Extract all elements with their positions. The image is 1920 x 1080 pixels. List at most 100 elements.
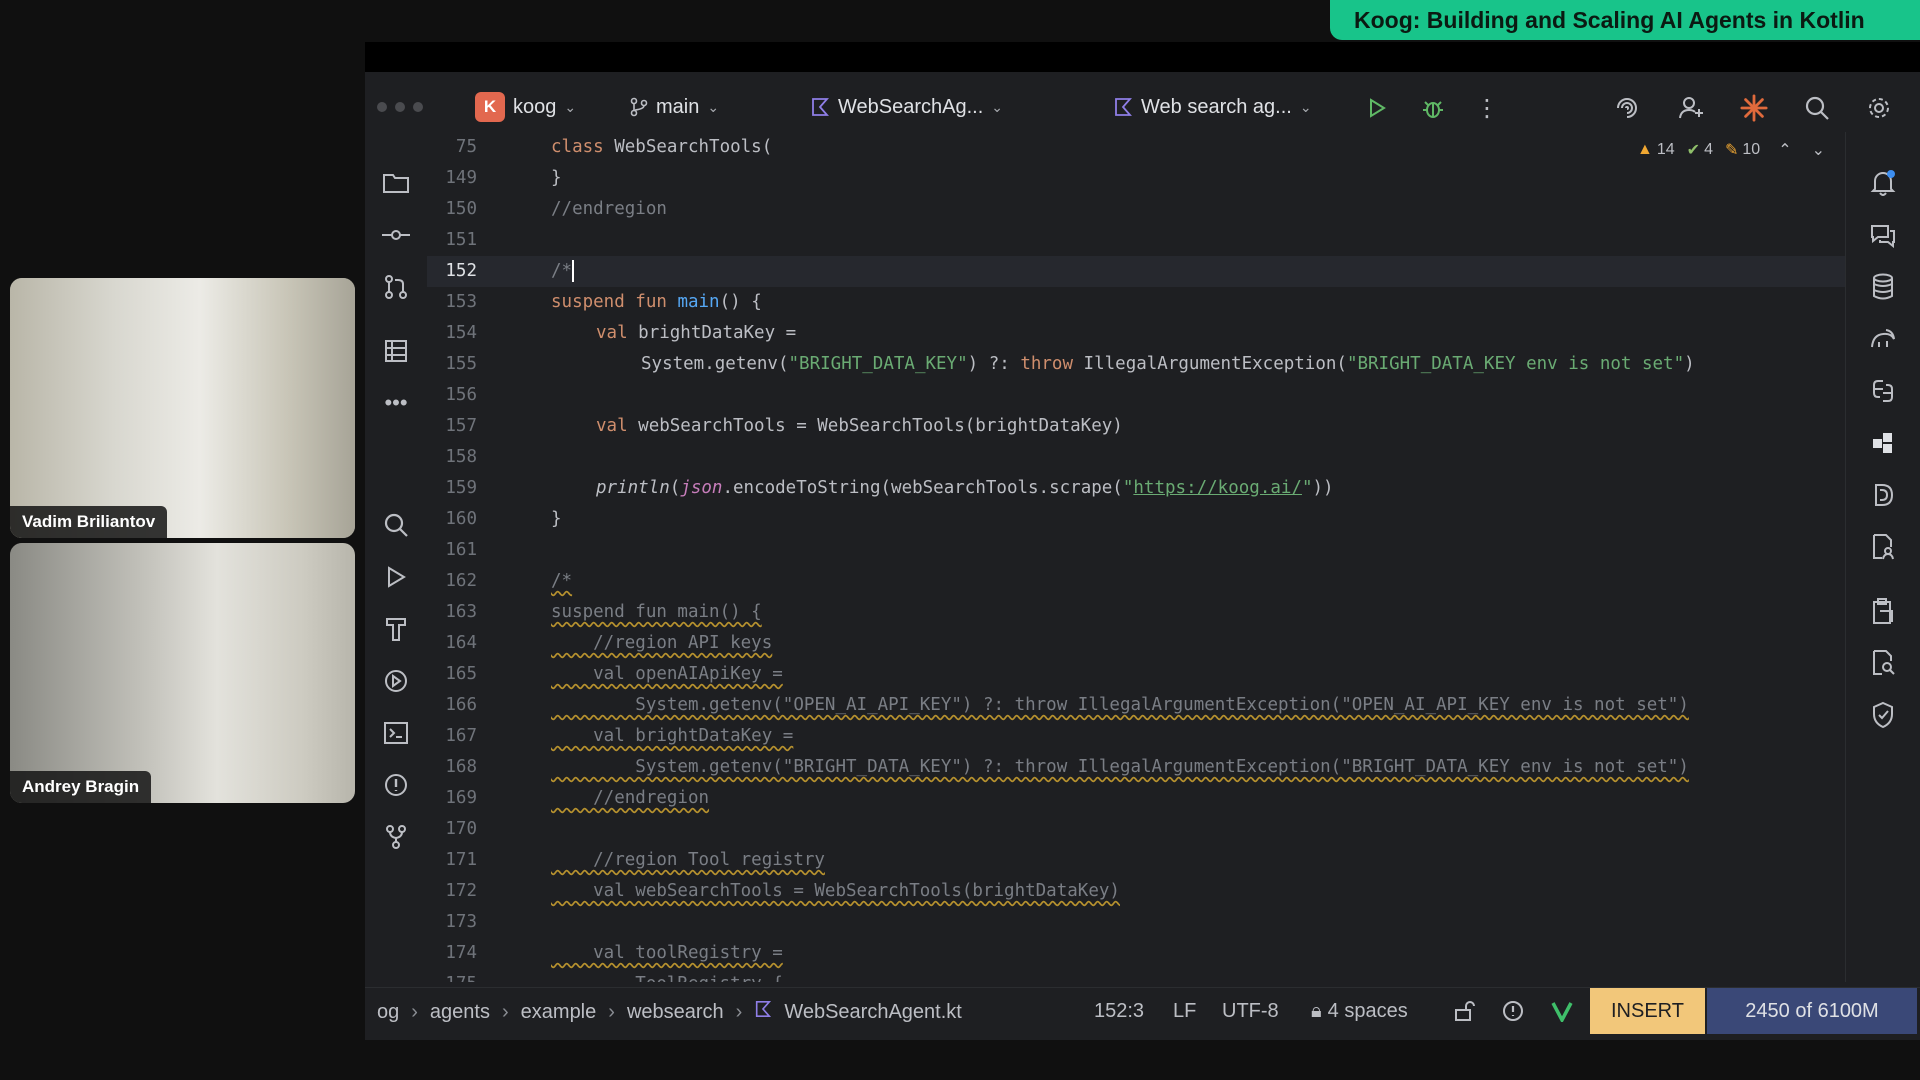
caret-position[interactable]: 152:3 — [1094, 1000, 1144, 1023]
chevron-down-icon: ⌄ — [1299, 98, 1312, 115]
notifications-icon[interactable] — [1868, 168, 1898, 198]
code-line: 171 //region Tool registry — [445, 850, 825, 870]
window-controls[interactable] — [377, 102, 423, 112]
run-config-selector[interactable]: Web search ag... ⌄ — [1113, 90, 1312, 124]
ai-chat-icon[interactable] — [1868, 220, 1898, 250]
services-icon[interactable] — [381, 666, 411, 696]
code-line-current: 152/* — [427, 256, 1845, 287]
python-icon[interactable] — [1868, 376, 1898, 406]
code-line: 159 println(json.encodeToString(webSearch… — [445, 478, 1334, 498]
shield-check-icon[interactable] — [1868, 700, 1898, 730]
file-selector[interactable]: WebSearchAg... ⌄ — [810, 90, 1003, 124]
branch-selector[interactable]: main ⌄ — [630, 90, 719, 124]
breadcrumb-item[interactable]: og — [377, 1001, 399, 1024]
participant-video-2: Andrey Bragin — [10, 543, 355, 803]
problems-status-icon[interactable] — [1502, 1000, 1524, 1022]
code-line: 151 — [445, 230, 477, 250]
editor-mode-badge[interactable]: INSERT — [1590, 988, 1705, 1034]
problems-icon[interactable] — [381, 770, 411, 800]
code-line: 167 val brightDataKey = — [445, 726, 794, 746]
code-line: 165 val openAIApiKey = — [445, 664, 783, 684]
participant-name-tag: Andrey Bragin — [10, 771, 152, 803]
code-line: 164 //region API keys — [445, 633, 773, 653]
code-line: 160} — [445, 509, 562, 529]
code-line: 150//endregion — [445, 199, 667, 219]
folder-icon[interactable] — [381, 168, 411, 198]
pull-request-icon[interactable] — [381, 272, 411, 302]
participant-video-1: Vadim Briliantov — [10, 278, 355, 538]
kotlin-file-icon — [812, 98, 829, 116]
add-user-icon[interactable] — [1677, 94, 1705, 122]
text-caret — [572, 260, 575, 282]
breadcrumb-item[interactable]: agents — [430, 1001, 490, 1024]
run-config-name: Web search ag... — [1141, 95, 1292, 118]
breadcrumb-item[interactable]: websearch — [627, 1001, 724, 1024]
kotlin-file-icon — [1115, 98, 1132, 116]
stream-title: Koog: Building and Scaling AI Agents in … — [1354, 6, 1865, 33]
ide-window: K koog ⌄ main ⌄ WebSearchAg... ⌄ Web sea… — [365, 42, 1920, 1040]
chevron-down-icon: ⌄ — [991, 98, 1003, 115]
document-user-icon[interactable] — [1868, 532, 1898, 562]
run-icon[interactable] — [1363, 94, 1391, 122]
chevron-down-icon: ⌄ — [707, 98, 720, 115]
build-hammer-icon[interactable] — [381, 614, 411, 644]
video-background — [10, 278, 355, 538]
search-icon[interactable] — [1803, 94, 1831, 122]
participant-name-tag: Vadim Briliantov — [10, 506, 168, 538]
code-line: 149} — [445, 168, 562, 188]
breadcrumb-item[interactable]: example — [521, 1001, 597, 1024]
code-line: 163 suspend fun main() { — [445, 602, 762, 622]
terminal-icon[interactable] — [381, 718, 411, 748]
left-tool-strip: ••• — [365, 132, 427, 982]
url-link[interactable]: https://koog.ai/ — [1133, 478, 1302, 498]
code-line: 161 — [445, 540, 477, 560]
search-icon[interactable] — [381, 510, 411, 540]
database-icon[interactable] — [1868, 272, 1898, 302]
code-line: 169 //endregion — [445, 788, 710, 808]
code-line: 157 val webSearchTools = WebSearchTools(b… — [445, 416, 1123, 436]
main-toolbar: K koog ⌄ main ⌄ WebSearchAg... ⌄ Web sea… — [365, 82, 1920, 132]
ide-top-strip — [365, 42, 1920, 72]
git-branch-icon — [630, 97, 648, 117]
vim-icon[interactable] — [1551, 1000, 1573, 1022]
memory-indicator[interactable]: 2450 of 6100M — [1707, 988, 1917, 1034]
breadcrumb-item[interactable]: WebSearchAgent.kt — [784, 1001, 962, 1024]
code-line: 154 val brightDataKey = — [445, 323, 797, 343]
document-search-icon[interactable] — [1868, 648, 1898, 678]
lock-settings-icon: 🔒︎ — [1311, 1000, 1322, 1022]
more-horizontal-icon[interactable]: ••• — [381, 388, 411, 418]
stream-title-banner: Koog: Building and Scaling AI Agents in … — [1330, 0, 1920, 40]
code-line: 75 class WebSearchTools( — [455, 137, 773, 157]
debug-icon[interactable] — [1419, 94, 1447, 122]
code-editor[interactable]: ▲ 14 ✔ 4 ✎ 10 ⌃ ⌄ 75 class WebSearchTools( 1… — [427, 132, 1845, 982]
chevron-down-icon: ⌄ — [564, 98, 577, 115]
code-line: 170 — [445, 819, 477, 839]
plugin-puzzle-icon[interactable] — [1868, 428, 1898, 458]
kotlin-file-icon — [754, 1000, 772, 1024]
code-line: 172 val webSearchTools = WebSearchTools(… — [445, 881, 1120, 901]
status-bar: og › agents › example › websearch › WebSearc… — [365, 987, 1920, 1035]
code-line: 168 System.getenv("BRIGHT_DATA_KEY") ?: … — [445, 757, 1689, 777]
video-background — [10, 543, 355, 803]
file-encoding[interactable]: UTF-8 — [1222, 1000, 1279, 1023]
file-name: WebSearchAg... — [838, 95, 984, 118]
git-icon[interactable] — [381, 822, 411, 852]
run-icon[interactable] — [381, 562, 411, 592]
d-plugin-icon[interactable] — [1868, 480, 1898, 510]
code-line: 174 val toolRegistry = — [445, 943, 783, 963]
ai-assistant-icon[interactable] — [1613, 94, 1641, 122]
code-line: 158 — [445, 447, 477, 467]
project-selector[interactable]: K koog ⌄ — [475, 90, 576, 124]
structure-icon[interactable] — [381, 336, 411, 366]
clipboard-icon[interactable] — [1868, 596, 1898, 626]
breadcrumb: og › agents › example › websearch › WebSearc… — [377, 1000, 962, 1024]
gradle-icon[interactable] — [1868, 324, 1898, 354]
gear-icon[interactable] — [1865, 94, 1893, 122]
project-name: koog — [513, 95, 557, 118]
commit-icon[interactable] — [381, 220, 411, 250]
indent-setting[interactable]: 🔒︎ 4 spaces — [1311, 1000, 1408, 1023]
more-vertical-icon[interactable]: ⋮ — [1473, 94, 1501, 122]
readonly-toggle-icon[interactable] — [1453, 1000, 1475, 1022]
burst-plugin-icon[interactable] — [1740, 94, 1768, 122]
line-separator[interactable]: LF — [1173, 1000, 1196, 1023]
